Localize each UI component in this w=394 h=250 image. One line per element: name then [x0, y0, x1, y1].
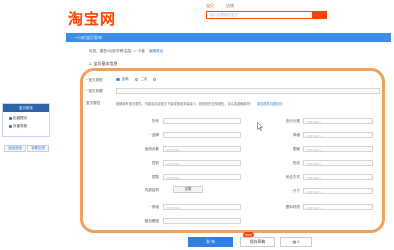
field-label: 适用对象 [144, 147, 159, 151]
field-label: 质地 [125, 205, 159, 210]
sidebar-item-label: 页面导航 [13, 124, 28, 128]
search-tab-item[interactable]: 宝贝 [206, 3, 214, 9]
field-label: 货号 [151, 119, 159, 123]
trend-element-input[interactable]: 可直接输入 [303, 118, 373, 124]
bullet-icon [9, 125, 12, 128]
pattern-input[interactable]: 可直接输入 [303, 146, 373, 152]
breadcrumb: 玩具、模型/动漫/早教/益智 >> 卡套 编辑类目 [89, 49, 163, 54]
field-label: 箱包硬度 [144, 219, 159, 223]
assistant-header: 宝贝助手 [3, 104, 49, 112]
brand-input[interactable] [163, 132, 241, 138]
bullet-icon [9, 117, 12, 120]
attributes-hint: 错误填写宝贝属性，可能会引起宝贝下架或搜索流量减少，影响您的正常销售，请认真准确… [116, 101, 356, 106]
radio-new[interactable] [116, 77, 120, 82]
taobao-logo[interactable]: 淘宝网 [68, 8, 116, 29]
field-label: 流行元素 [285, 119, 300, 123]
section-title: 1. 宝贝基本信息 [89, 61, 118, 66]
sidebar-item-navigation[interactable]: 页面导航 [9, 124, 27, 129]
help-icon[interactable] [153, 78, 157, 81]
field-label: 质数 [151, 175, 159, 179]
material-input[interactable]: 可直接输入 [163, 204, 241, 210]
attribute-feedback-link[interactable]: 类目属性问题反馈 [257, 102, 283, 106]
size-input[interactable]: 可直接输入 [303, 188, 373, 194]
feedback-button[interactable]: 我要反馈 [27, 145, 49, 152]
type-label: 宝贝类型 [86, 78, 112, 83]
plastic-material-input[interactable]: 可直接输入 [303, 204, 373, 210]
search-tab-shop[interactable]: 店铺 [226, 3, 234, 9]
title-input[interactable] [116, 88, 380, 94]
page-title-bar: 一口价宝贝发布 [66, 33, 391, 42]
edit-category-link[interactable]: 编辑类目 [149, 49, 163, 53]
field-label: 闭合方式 [285, 175, 300, 179]
style-input[interactable]: 可直接输入 [303, 132, 373, 138]
inner-structure-settings-button[interactable]: 设置 [173, 186, 203, 193]
search-tabs: 宝贝 店铺 [206, 3, 234, 9]
type-option-new: 全新 [121, 77, 129, 81]
closure-input[interactable]: 可直接输入 [303, 174, 373, 180]
radio-used[interactable] [134, 77, 139, 82]
search-button[interactable] [313, 11, 327, 19]
field-label: 形态 [292, 161, 300, 165]
sidebar-item-label: 出错提示 [13, 116, 28, 120]
attributes-label: 宝贝属性 [86, 101, 101, 105]
back-old-version-button[interactable]: 返回旧版 [4, 145, 26, 152]
attributes-hint-text: 错误填写宝贝属性，可能会引起宝贝下架或搜索流量减少，影响您的正常销售，请认真准确… [116, 102, 254, 106]
page-title: 一口价宝贝发布 [74, 35, 102, 40]
field-label: 塑料材质 [285, 205, 300, 209]
search-input[interactable]: 输入你想要的宝贝 [206, 11, 313, 19]
field-label: 品牌 [125, 133, 159, 138]
category-path: 玩具、模型/动漫/早教/益智 >> 卡套 [89, 49, 145, 53]
type-options: 全新 二手 [116, 77, 157, 82]
draft-count-button[interactable]: ▤ 0 [280, 237, 312, 247]
draft-count: 0 [297, 240, 300, 244]
save-draft-button[interactable]: 保存草稿 [240, 237, 275, 247]
gender-input[interactable]: 可直接输入 [163, 160, 241, 166]
field-label: 图案 [292, 147, 300, 151]
type-option-used: 二手 [140, 77, 148, 81]
field-label: 风格 [292, 133, 300, 137]
title-label: 宝贝标题 [86, 89, 112, 94]
count-input[interactable]: 可直接输入 [163, 174, 241, 180]
target-user-input[interactable]: 可直接输入 [163, 146, 241, 152]
field-label: 尺寸 [292, 189, 300, 193]
sidebar-item-errors[interactable]: 出错提示 [9, 116, 27, 121]
shape-input[interactable]: 可直接输入 [303, 160, 373, 166]
hardness-input[interactable] [163, 218, 241, 224]
publish-button[interactable]: 发 布 [188, 237, 233, 247]
mouse-cursor-icon [257, 122, 263, 131]
field-label: 性别 [151, 161, 159, 165]
article-number-input[interactable] [163, 118, 241, 124]
field-label: 内部结构 [144, 188, 159, 192]
